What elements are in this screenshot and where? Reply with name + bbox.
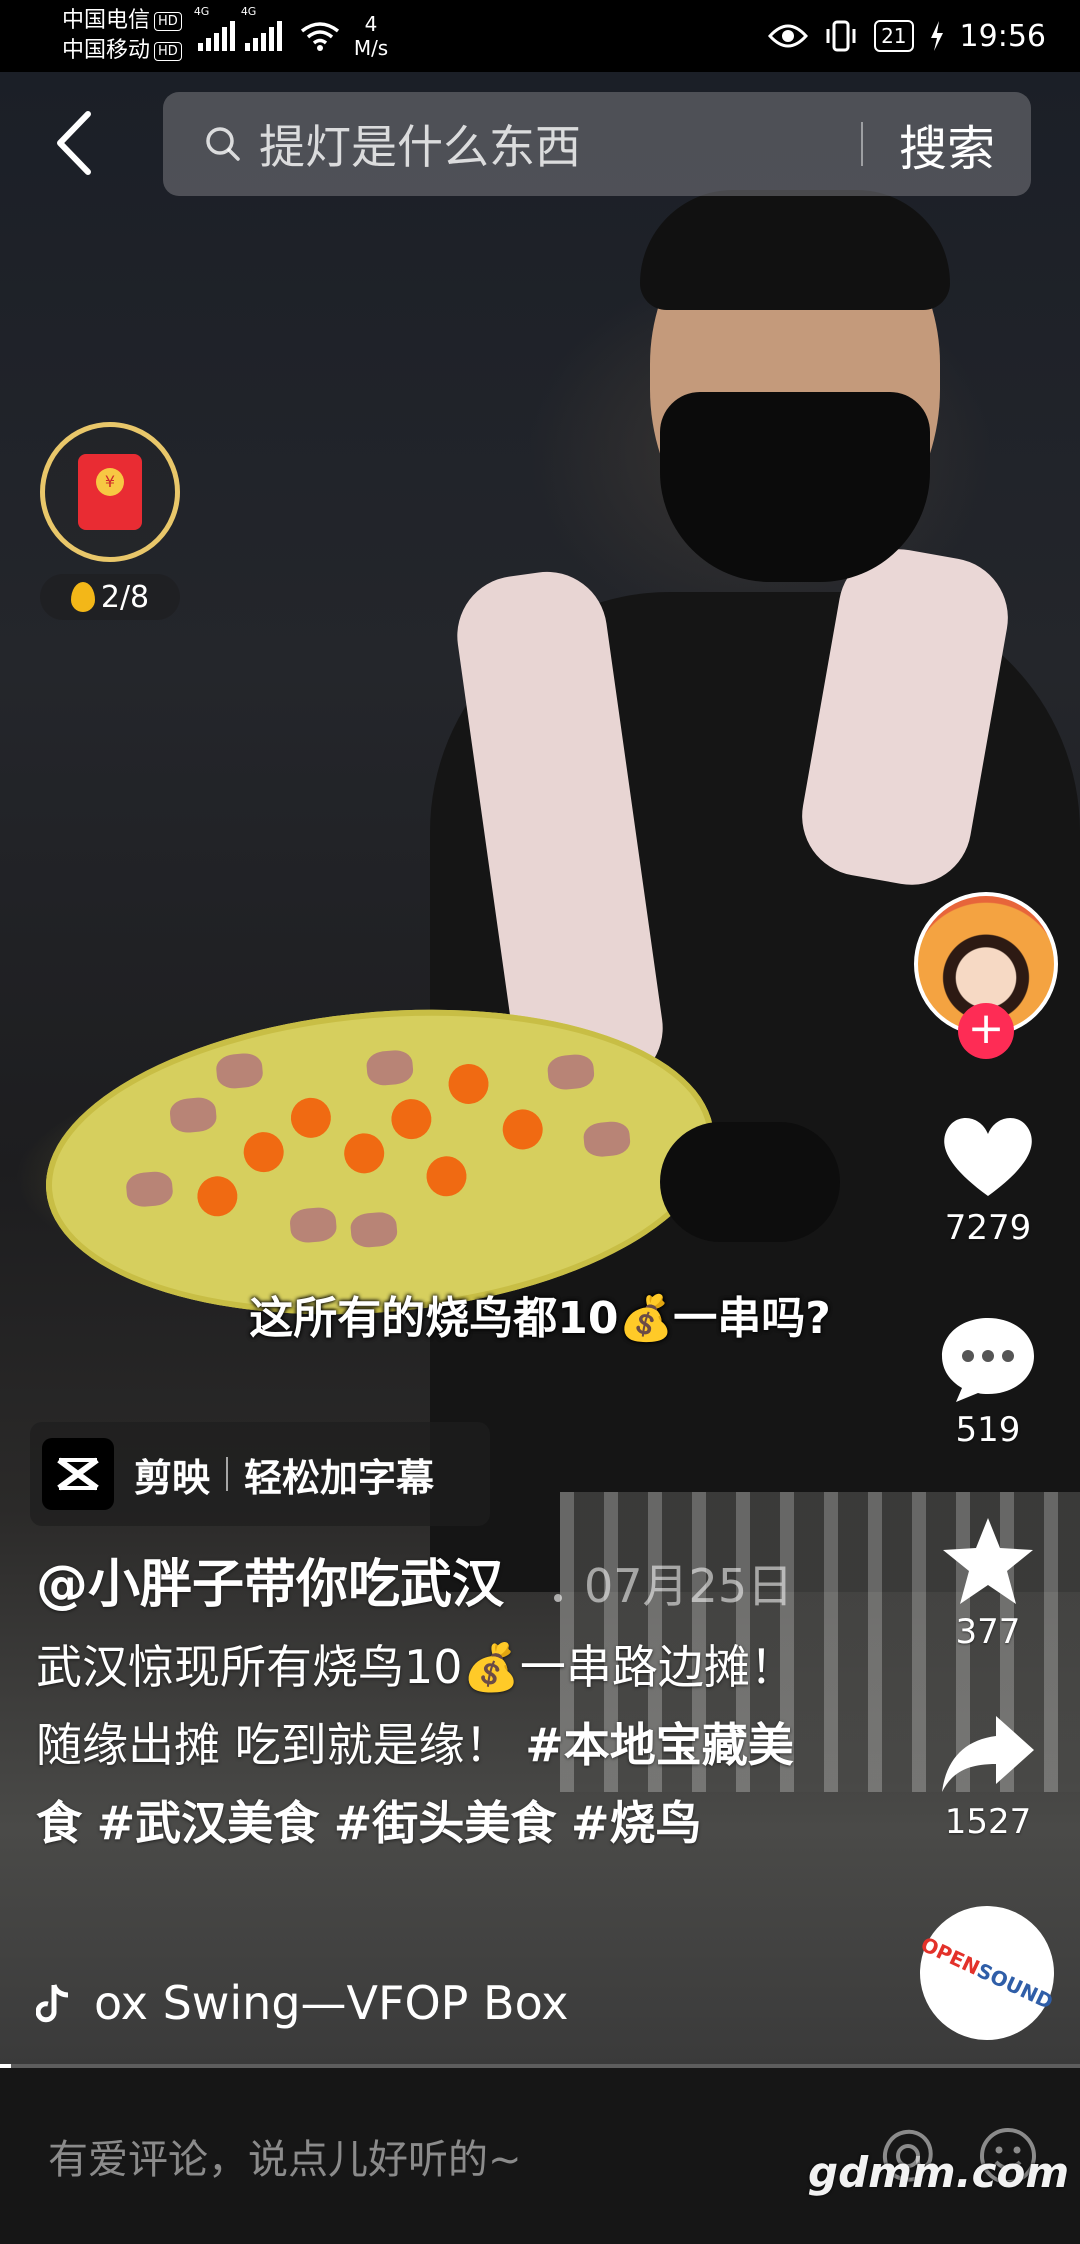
music-note-icon <box>36 1984 69 2023</box>
gold-egg-icon <box>70 582 95 612</box>
status-bar: 中国电信 HD 中国移动 HD 4G 4G 4 M/s 21 19:56 <box>0 0 1080 72</box>
hd-badge: HD <box>154 41 182 61</box>
vibrate-icon <box>826 20 856 52</box>
money-bag-icon: 💰 <box>618 1293 674 1344</box>
capcut-logo-icon <box>42 1438 114 1510</box>
search-icon <box>206 127 240 161</box>
capcut-action: 轻松加字幕 <box>244 1455 435 1500</box>
carrier-2: 中国移动 <box>62 38 151 63</box>
music-ticker[interactable]: ox Swing—VFOP Box <box>36 1976 596 2030</box>
comment-count: 519 <box>955 1410 1021 1450</box>
post-description: 武汉惊现所有烧鸟10💰一串路边摊！ 随缘出摊 吃到就是缘！ #本地宝藏美食 #武… <box>36 1640 796 1850</box>
eye-icon <box>768 24 809 48</box>
capcut-banner[interactable]: 剪映 轻松加字幕 <box>30 1422 490 1526</box>
like-count: 7279 <box>944 1208 1032 1248</box>
music-title: ox Swing—VFOP Box <box>94 1976 569 2030</box>
follow-button[interactable]: + <box>958 1003 1014 1059</box>
post-date: 07月25日 <box>584 1559 794 1613</box>
signal-icons: 4G 4G <box>194 5 282 51</box>
carrier-1: 中国电信 <box>62 8 151 33</box>
back-arrow-icon[interactable] <box>52 108 98 178</box>
author-name[interactable]: @小胖子带你吃武汉 <box>36 1542 504 1617</box>
red-packet-button[interactable]: ¥ <box>40 422 180 562</box>
red-envelope-icon: ¥ <box>78 454 142 530</box>
like-button[interactable]: 7279 <box>930 1112 1046 1248</box>
search-bar[interactable]: 提灯是什么东西 搜索 <box>163 92 1031 196</box>
signal-icon: 4G <box>241 5 282 51</box>
capcut-app-name: 剪映 <box>134 1455 211 1500</box>
clock: 19:56 <box>959 18 1046 54</box>
charging-icon <box>930 21 943 51</box>
hashtag[interactable]: #武汉美食 <box>97 1796 320 1850</box>
hashtag[interactable]: #烧鸟 <box>571 1796 702 1850</box>
hashtag[interactable]: #街头美食 <box>334 1796 557 1850</box>
carrier-info: 中国电信 HD 中国移动 HD <box>62 6 182 66</box>
red-packet-progress: 2/8 <box>40 574 180 620</box>
favorite-button[interactable]: 377 <box>930 1516 1046 1652</box>
search-input[interactable]: 提灯是什么东西 <box>259 111 861 177</box>
site-watermark: gdmm.com <box>808 2148 1070 2197</box>
share-arrow-icon <box>942 1716 1034 1792</box>
network-speed: 4 M/s <box>353 12 389 60</box>
signal-icon: 4G <box>194 5 235 51</box>
heart-icon <box>944 1117 1032 1196</box>
hd-badge: HD <box>154 11 182 31</box>
video-subtitle: 这所有的烧鸟都10💰一串吗? <box>249 1293 831 1344</box>
wifi-icon <box>300 22 339 51</box>
search-button[interactable]: 搜索 <box>899 109 995 179</box>
favorite-count: 377 <box>955 1612 1021 1652</box>
share-count: 1527 <box>944 1802 1032 1842</box>
share-button[interactable]: 1527 <box>930 1712 1046 1842</box>
star-icon <box>943 1518 1033 1604</box>
money-bag-icon: 💰 <box>462 1640 520 1694</box>
comment-input[interactable]: 有爱评论，说点儿好听的~ <box>48 2127 876 2185</box>
battery-level: 21 <box>874 20 914 52</box>
